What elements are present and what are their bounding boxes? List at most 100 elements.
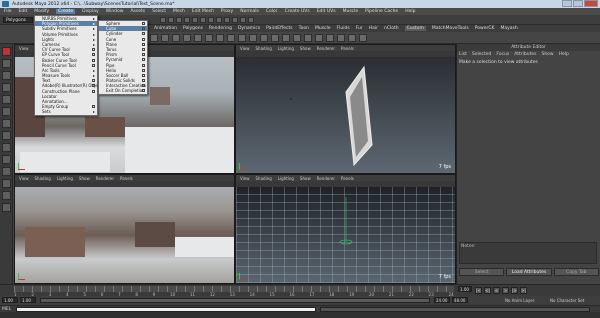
snap-curve-icon[interactable] <box>216 17 222 23</box>
viewport-top-right[interactable]: View Shading Lighting Show Renderer Panels 7 … <box>235 44 456 174</box>
polygon-menu-item-exit-on-completion[interactable]: Exit On Completion <box>99 88 147 93</box>
viewport-menu-shading[interactable]: Shading <box>256 176 272 181</box>
shelf-tool-icon[interactable] <box>227 34 235 42</box>
viewport-menu-renderer[interactable]: Renderer <box>96 176 114 181</box>
menu-color[interactable]: Color <box>266 9 278 14</box>
minimize-button[interactable] <box>562 0 572 7</box>
shelf-tool-icon[interactable] <box>304 34 312 42</box>
select-component-icon[interactable] <box>200 17 206 23</box>
menu-edit[interactable]: Edit <box>19 9 28 14</box>
viewport-menu-show[interactable]: Show <box>300 176 311 181</box>
viewport-menu-renderer[interactable]: Renderer <box>317 46 335 51</box>
character-set-selector[interactable]: No Character Set <box>550 298 584 303</box>
last-tool-icon[interactable] <box>2 131 11 140</box>
playback-end-field[interactable]: 24.00 <box>434 297 450 303</box>
single-view-layout-icon[interactable] <box>2 143 11 152</box>
snap-point-icon[interactable] <box>224 17 230 23</box>
hypershade-layout-icon[interactable] <box>2 191 11 200</box>
menu-select[interactable]: Select <box>152 9 166 14</box>
checkbox-icon[interactable] <box>142 89 145 93</box>
option-box-icon[interactable] <box>142 47 145 51</box>
option-box-icon[interactable] <box>142 32 145 36</box>
menu-set-selector[interactable]: Polygons <box>3 17 33 23</box>
shelf-tab-matchmovetools[interactable]: MatchMoveTools <box>432 26 469 31</box>
shelf-tool-icon[interactable] <box>205 34 213 42</box>
menu-create[interactable]: Create <box>56 9 76 14</box>
playback-button-1[interactable]: <| <box>484 287 491 294</box>
option-box-icon[interactable] <box>92 48 95 52</box>
ae-menu-selected[interactable]: Selected <box>472 52 492 57</box>
ae-menu-show[interactable]: Show <box>541 52 553 57</box>
anim-layer-selector[interactable]: No Anim Layer <box>505 298 534 303</box>
maximize-button[interactable] <box>573 0 583 7</box>
rotate-tool-icon[interactable] <box>2 95 11 104</box>
shelf-tool-icon[interactable] <box>150 34 158 42</box>
viewport-bottom-right[interactable]: View Shading Lighting Show Renderer Panels 7 … <box>235 174 456 284</box>
ipr-render-icon[interactable] <box>240 17 246 23</box>
shelf-tool-icon[interactable] <box>282 34 290 42</box>
save-scene-icon[interactable] <box>176 17 182 23</box>
viewport-menu-panels[interactable]: Panels <box>341 46 354 51</box>
menu-proxy[interactable]: Proxy <box>221 9 233 14</box>
menu-mesh[interactable]: Mesh <box>173 9 185 14</box>
option-box-icon[interactable] <box>142 22 145 25</box>
current-frame-field[interactable]: 1.00 <box>458 286 472 292</box>
copy-tab-button[interactable]: Copy Tab <box>553 268 599 276</box>
menu-edit-mesh[interactable]: Edit Mesh <box>192 9 214 14</box>
checkbox-icon[interactable] <box>142 84 145 88</box>
option-box-icon[interactable] <box>92 105 95 109</box>
select-object-icon[interactable] <box>192 17 198 23</box>
shelf-tool-icon[interactable] <box>194 34 202 42</box>
viewport-menu-view[interactable]: View <box>19 46 29 51</box>
ae-menu-focus[interactable]: Focus <box>496 52 509 57</box>
shelf-tab-polygons[interactable]: Polygons <box>183 26 203 31</box>
range-slider[interactable] <box>40 298 430 303</box>
option-box-icon[interactable] <box>142 53 145 57</box>
viewport-menu-lighting[interactable]: Lighting <box>57 176 73 181</box>
manipulator-tool-icon[interactable] <box>2 119 11 128</box>
shelf-tab-mayash[interactable]: Mayash <box>500 26 517 31</box>
viewport-menu-panels[interactable]: Panels <box>341 176 354 181</box>
shelf-tool-icon[interactable] <box>293 34 301 42</box>
option-box-icon[interactable] <box>142 37 145 41</box>
ae-menu-attributes[interactable]: Attributes <box>514 52 536 57</box>
render-settings-icon[interactable] <box>248 17 254 23</box>
new-scene-icon[interactable] <box>160 17 166 23</box>
viewport-menu-view[interactable]: View <box>240 46 250 51</box>
option-box-icon[interactable] <box>142 27 145 31</box>
option-box-icon[interactable] <box>142 73 145 77</box>
notes-field[interactable]: Notes: <box>459 242 597 264</box>
shelf-tab-muscle[interactable]: Muscle <box>315 26 331 31</box>
menu-normals[interactable]: Normals <box>240 9 259 14</box>
create-menu-item-sets[interactable]: Sets ▸ <box>35 109 97 114</box>
playback-button-0[interactable]: |< <box>475 287 482 294</box>
snap-grid-icon[interactable] <box>208 17 214 23</box>
menu-create-uvs[interactable]: Create UVs <box>285 9 310 14</box>
shelf-tool-icon[interactable] <box>326 34 334 42</box>
menu-file[interactable]: File <box>4 9 12 14</box>
shelf-tool-icon[interactable] <box>348 34 356 42</box>
option-box-icon[interactable] <box>142 68 145 72</box>
menu-pipeline-cache[interactable]: Pipeline Cache <box>365 9 398 14</box>
load-attributes-button[interactable]: Load Attributes <box>506 268 552 276</box>
ae-menu-list[interactable]: List <box>459 52 467 57</box>
render-icon[interactable] <box>232 17 238 23</box>
option-box-icon[interactable] <box>142 63 145 67</box>
viewport-menu-view[interactable]: View <box>19 176 29 181</box>
shelf-tab-hair[interactable]: Hair <box>369 26 378 31</box>
shelf-tab-fur[interactable]: Fur <box>356 26 363 31</box>
shelf-tool-icon[interactable] <box>249 34 257 42</box>
playback-button-2[interactable]: < <box>493 287 500 294</box>
shelf-tab-painteffects[interactable]: PaintEffects <box>266 26 292 31</box>
end-time-field[interactable]: 48.00 <box>452 297 468 303</box>
menu-modify[interactable]: Modify <box>34 9 49 14</box>
playback-button-3[interactable]: > <box>502 287 509 294</box>
shelf-tool-icon[interactable] <box>238 34 246 42</box>
lasso-tool-icon[interactable] <box>2 59 11 68</box>
select-tool-icon[interactable] <box>2 47 11 56</box>
viewport-menu-show[interactable]: Show <box>300 46 311 51</box>
graph-editor-layout-icon[interactable] <box>2 179 11 188</box>
shelf-tab-powerck[interactable]: PowerCK <box>475 26 495 31</box>
viewport-menu-lighting[interactable]: Lighting <box>278 46 294 51</box>
select-button[interactable]: Select <box>459 268 505 276</box>
